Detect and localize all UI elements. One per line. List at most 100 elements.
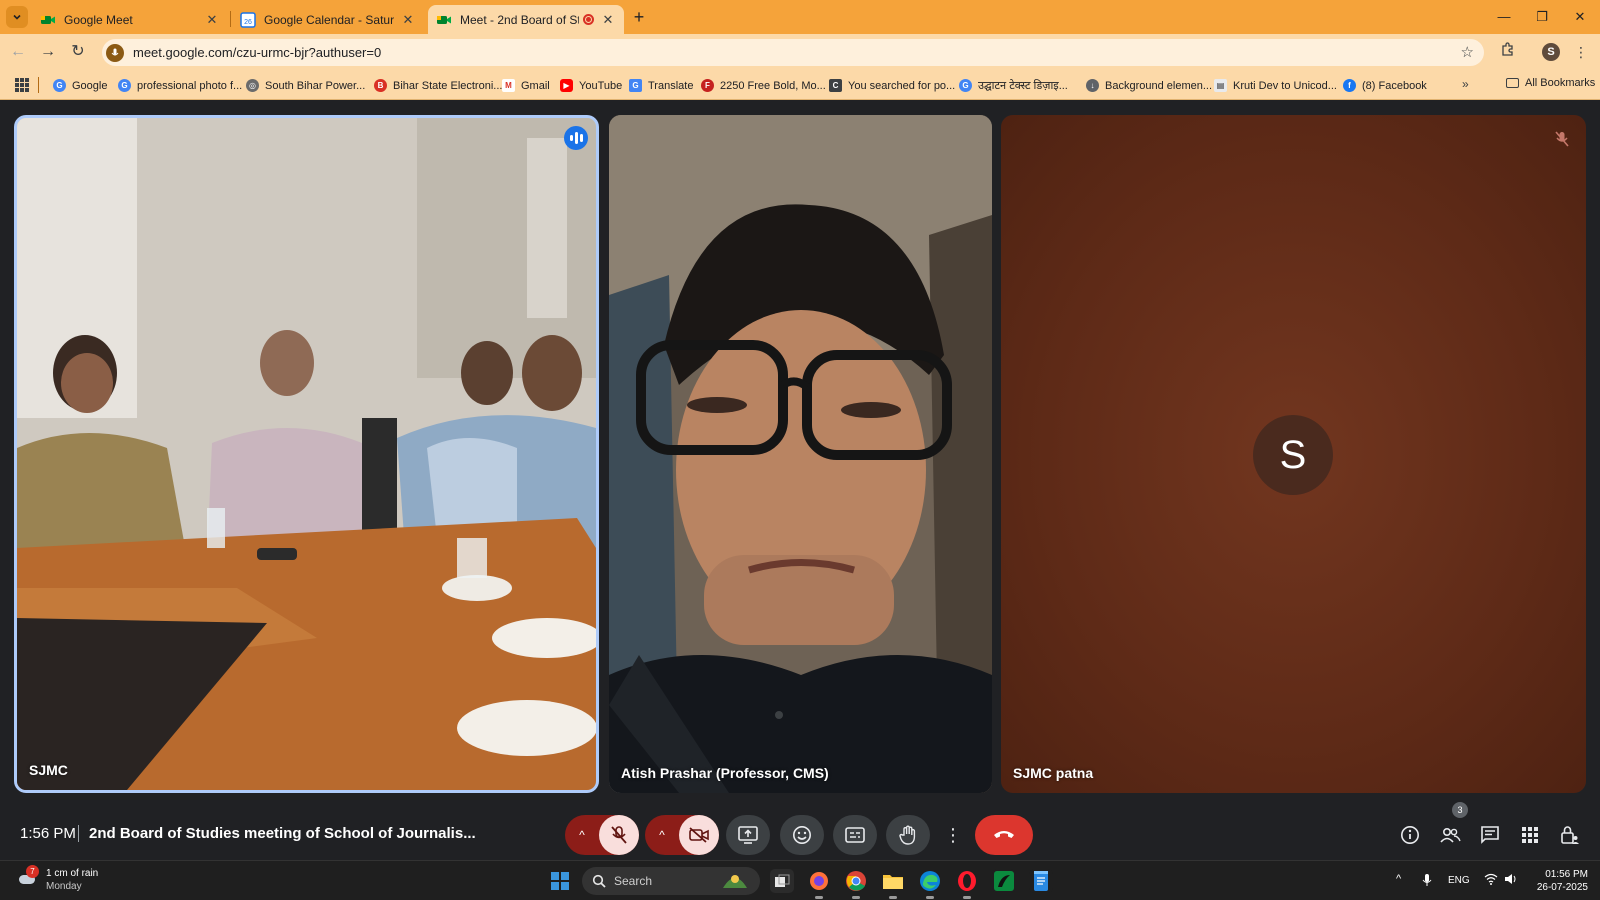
- participant-name: Atish Prashar (Professor, CMS): [621, 765, 829, 781]
- search-placeholder: Search: [614, 874, 653, 888]
- bookmark-free-fonts[interactable]: F 2250 Free Bold, Mo...: [701, 77, 826, 94]
- clock-date: 26-07-2025: [1536, 882, 1588, 893]
- reload-button[interactable]: ↻: [66, 40, 90, 64]
- windows-start-button[interactable]: [551, 872, 569, 890]
- edge-icon[interactable]: [918, 869, 942, 899]
- phone-hangup-icon: [994, 831, 1014, 838]
- bookmark-udghatan-text[interactable]: G उद्घाटन टेक्स्ट डिज़ाइ...: [959, 77, 1068, 94]
- browser-toolbar: ← → ↻ meet.google.com/czu-urmc-bjr?authu…: [0, 34, 1600, 70]
- download-icon: ↓: [1086, 79, 1099, 92]
- weather-badge: 7: [26, 865, 39, 878]
- translate-icon: G: [629, 79, 642, 92]
- bookmark-kruti-dev[interactable]: ▤ Kruti Dev to Unicod...: [1214, 77, 1337, 94]
- close-tab-icon[interactable]: ✕: [204, 12, 220, 28]
- corel-draw-icon[interactable]: [992, 869, 1016, 893]
- browser-menu-icon[interactable]: ⋮: [1570, 41, 1592, 63]
- show-hidden-icons-chevron-icon[interactable]: ^: [1396, 873, 1401, 885]
- participant-tile-sjmc-patna[interactable]: S SJMC patna: [1001, 115, 1586, 793]
- close-tab-icon[interactable]: ✕: [600, 12, 616, 28]
- raise-hand-button[interactable]: [886, 815, 930, 855]
- tab-google-calendar[interactable]: 26 Google Calendar - Saturday, Jul ✕: [232, 5, 424, 34]
- address-bar[interactable]: meet.google.com/czu-urmc-bjr?authuser=0 …: [102, 39, 1484, 66]
- meeting-title[interactable]: 2nd Board of Studies meeting of School o…: [89, 825, 476, 842]
- system-clock[interactable]: 01:56 PM 26-07-2025: [1530, 868, 1588, 894]
- video-feed-professor: [609, 115, 992, 793]
- profile-avatar[interactable]: S: [1542, 43, 1560, 61]
- tab-meet-active[interactable]: Meet - 2nd Board of Studie ✕: [428, 5, 624, 34]
- bookmark-label: You searched for po...: [848, 79, 956, 92]
- notepad-icon[interactable]: [1029, 869, 1053, 893]
- extensions-icon[interactable]: [1497, 41, 1519, 63]
- chrome-icon[interactable]: [844, 869, 868, 899]
- bookmark-label: Google: [72, 79, 108, 92]
- rain-cloud-icon: 7: [18, 865, 40, 889]
- taskbar-search-box[interactable]: Search: [582, 867, 760, 895]
- site-logo-icon: F: [701, 79, 714, 92]
- globe-icon: ◎: [246, 79, 259, 92]
- input-language[interactable]: ENG: [1448, 875, 1470, 886]
- bookmark-star-icon[interactable]: ☆: [1461, 43, 1474, 61]
- bookmark-south-bihar-power[interactable]: ◎ South Bihar Power...: [246, 77, 365, 94]
- activities-button[interactable]: [1518, 823, 1542, 847]
- new-tab-button[interactable]: +: [628, 7, 650, 29]
- bookmark-facebook[interactable]: f (8) Facebook: [1343, 77, 1427, 94]
- minimize-button[interactable]: —: [1486, 6, 1522, 28]
- bookmark-bihar-state-electronics[interactable]: B Bihar State Electroni...: [374, 77, 502, 94]
- video-settings-chevron-icon[interactable]: ^: [645, 828, 679, 842]
- mic-toggle-button[interactable]: [599, 815, 639, 855]
- people-button[interactable]: [1438, 823, 1462, 847]
- bookmark-translate[interactable]: G Translate: [629, 77, 693, 94]
- close-window-button[interactable]: ✕: [1562, 6, 1598, 28]
- present-screen-button[interactable]: [726, 815, 770, 855]
- emoji-icon: [793, 826, 811, 844]
- bookmark-searched-for[interactable]: C You searched for po...: [829, 77, 955, 94]
- microphone-tray-icon[interactable]: [1422, 873, 1432, 890]
- bookmark-gmail[interactable]: M Gmail: [502, 77, 550, 94]
- lock-person-icon: [1561, 826, 1579, 844]
- firefox-icon[interactable]: [807, 869, 831, 899]
- folder-icon: [1506, 78, 1519, 88]
- close-tab-icon[interactable]: ✕: [400, 12, 416, 28]
- bookmark-professional-photo[interactable]: Gprofessional photo f...: [118, 77, 242, 94]
- bookmark-google[interactable]: G Google: [53, 77, 107, 94]
- camera-toggle-button[interactable]: [679, 815, 719, 855]
- task-view-icon[interactable]: [770, 869, 794, 893]
- captions-button[interactable]: [833, 815, 877, 855]
- apps-grid-icon[interactable]: [15, 78, 29, 92]
- bookmark-youtube[interactable]: ▶ YouTube: [560, 77, 622, 94]
- more-bookmarks-icon[interactable]: »: [1462, 77, 1469, 91]
- restore-button[interactable]: ❐: [1524, 6, 1560, 28]
- bookmark-label: Background elemen...: [1105, 79, 1213, 92]
- tab-search-button[interactable]: [6, 6, 28, 28]
- audio-settings-chevron-icon[interactable]: ^: [565, 828, 599, 842]
- more-options-button[interactable]: ⋮: [936, 815, 970, 855]
- wifi-icon[interactable]: [1484, 873, 1498, 888]
- search-icon: [592, 874, 606, 888]
- weather-widget[interactable]: 7 1 cm of rain Monday: [18, 865, 98, 893]
- host-controls-button[interactable]: [1558, 823, 1582, 847]
- meeting-details-button[interactable]: [1398, 823, 1422, 847]
- participant-tile-atish-prashar[interactable]: Atish Prashar (Professor, CMS): [609, 115, 992, 793]
- tab-google-meet[interactable]: Google Meet ✕: [32, 5, 228, 34]
- all-bookmarks-button[interactable]: All Bookmarks: [1506, 77, 1595, 89]
- info-icon: [1401, 826, 1419, 844]
- leave-call-button[interactable]: [975, 815, 1033, 855]
- forward-button[interactable]: →: [36, 40, 60, 64]
- participant-tile-sjmc[interactable]: SJMC: [14, 115, 599, 793]
- url-text: meet.google.com/czu-urmc-bjr?authuser=0: [133, 45, 382, 60]
- clock-time: 01:56 PM: [1545, 869, 1588, 880]
- file-explorer-icon[interactable]: [881, 869, 905, 899]
- chat-button[interactable]: [1478, 823, 1502, 847]
- volume-icon[interactable]: [1504, 873, 1518, 888]
- bookmark-label: उद्घाटन टेक्स्ट डिज़ाइ...: [978, 80, 1068, 92]
- bar-divider: [78, 825, 79, 842]
- tab-title: Google Calendar - Saturday, Jul: [264, 12, 394, 27]
- opera-icon[interactable]: [955, 869, 979, 899]
- back-button[interactable]: ←: [6, 40, 30, 64]
- more-vert-icon: ⋮: [944, 824, 962, 845]
- site-info-icon[interactable]: [106, 43, 124, 62]
- bookmark-label: Kruti Dev to Unicod...: [1233, 79, 1337, 92]
- reactions-button[interactable]: [780, 815, 824, 855]
- participant-count-badge: 3: [1452, 802, 1468, 818]
- bookmark-background-elements[interactable]: ↓ Background elemen...: [1086, 77, 1212, 94]
